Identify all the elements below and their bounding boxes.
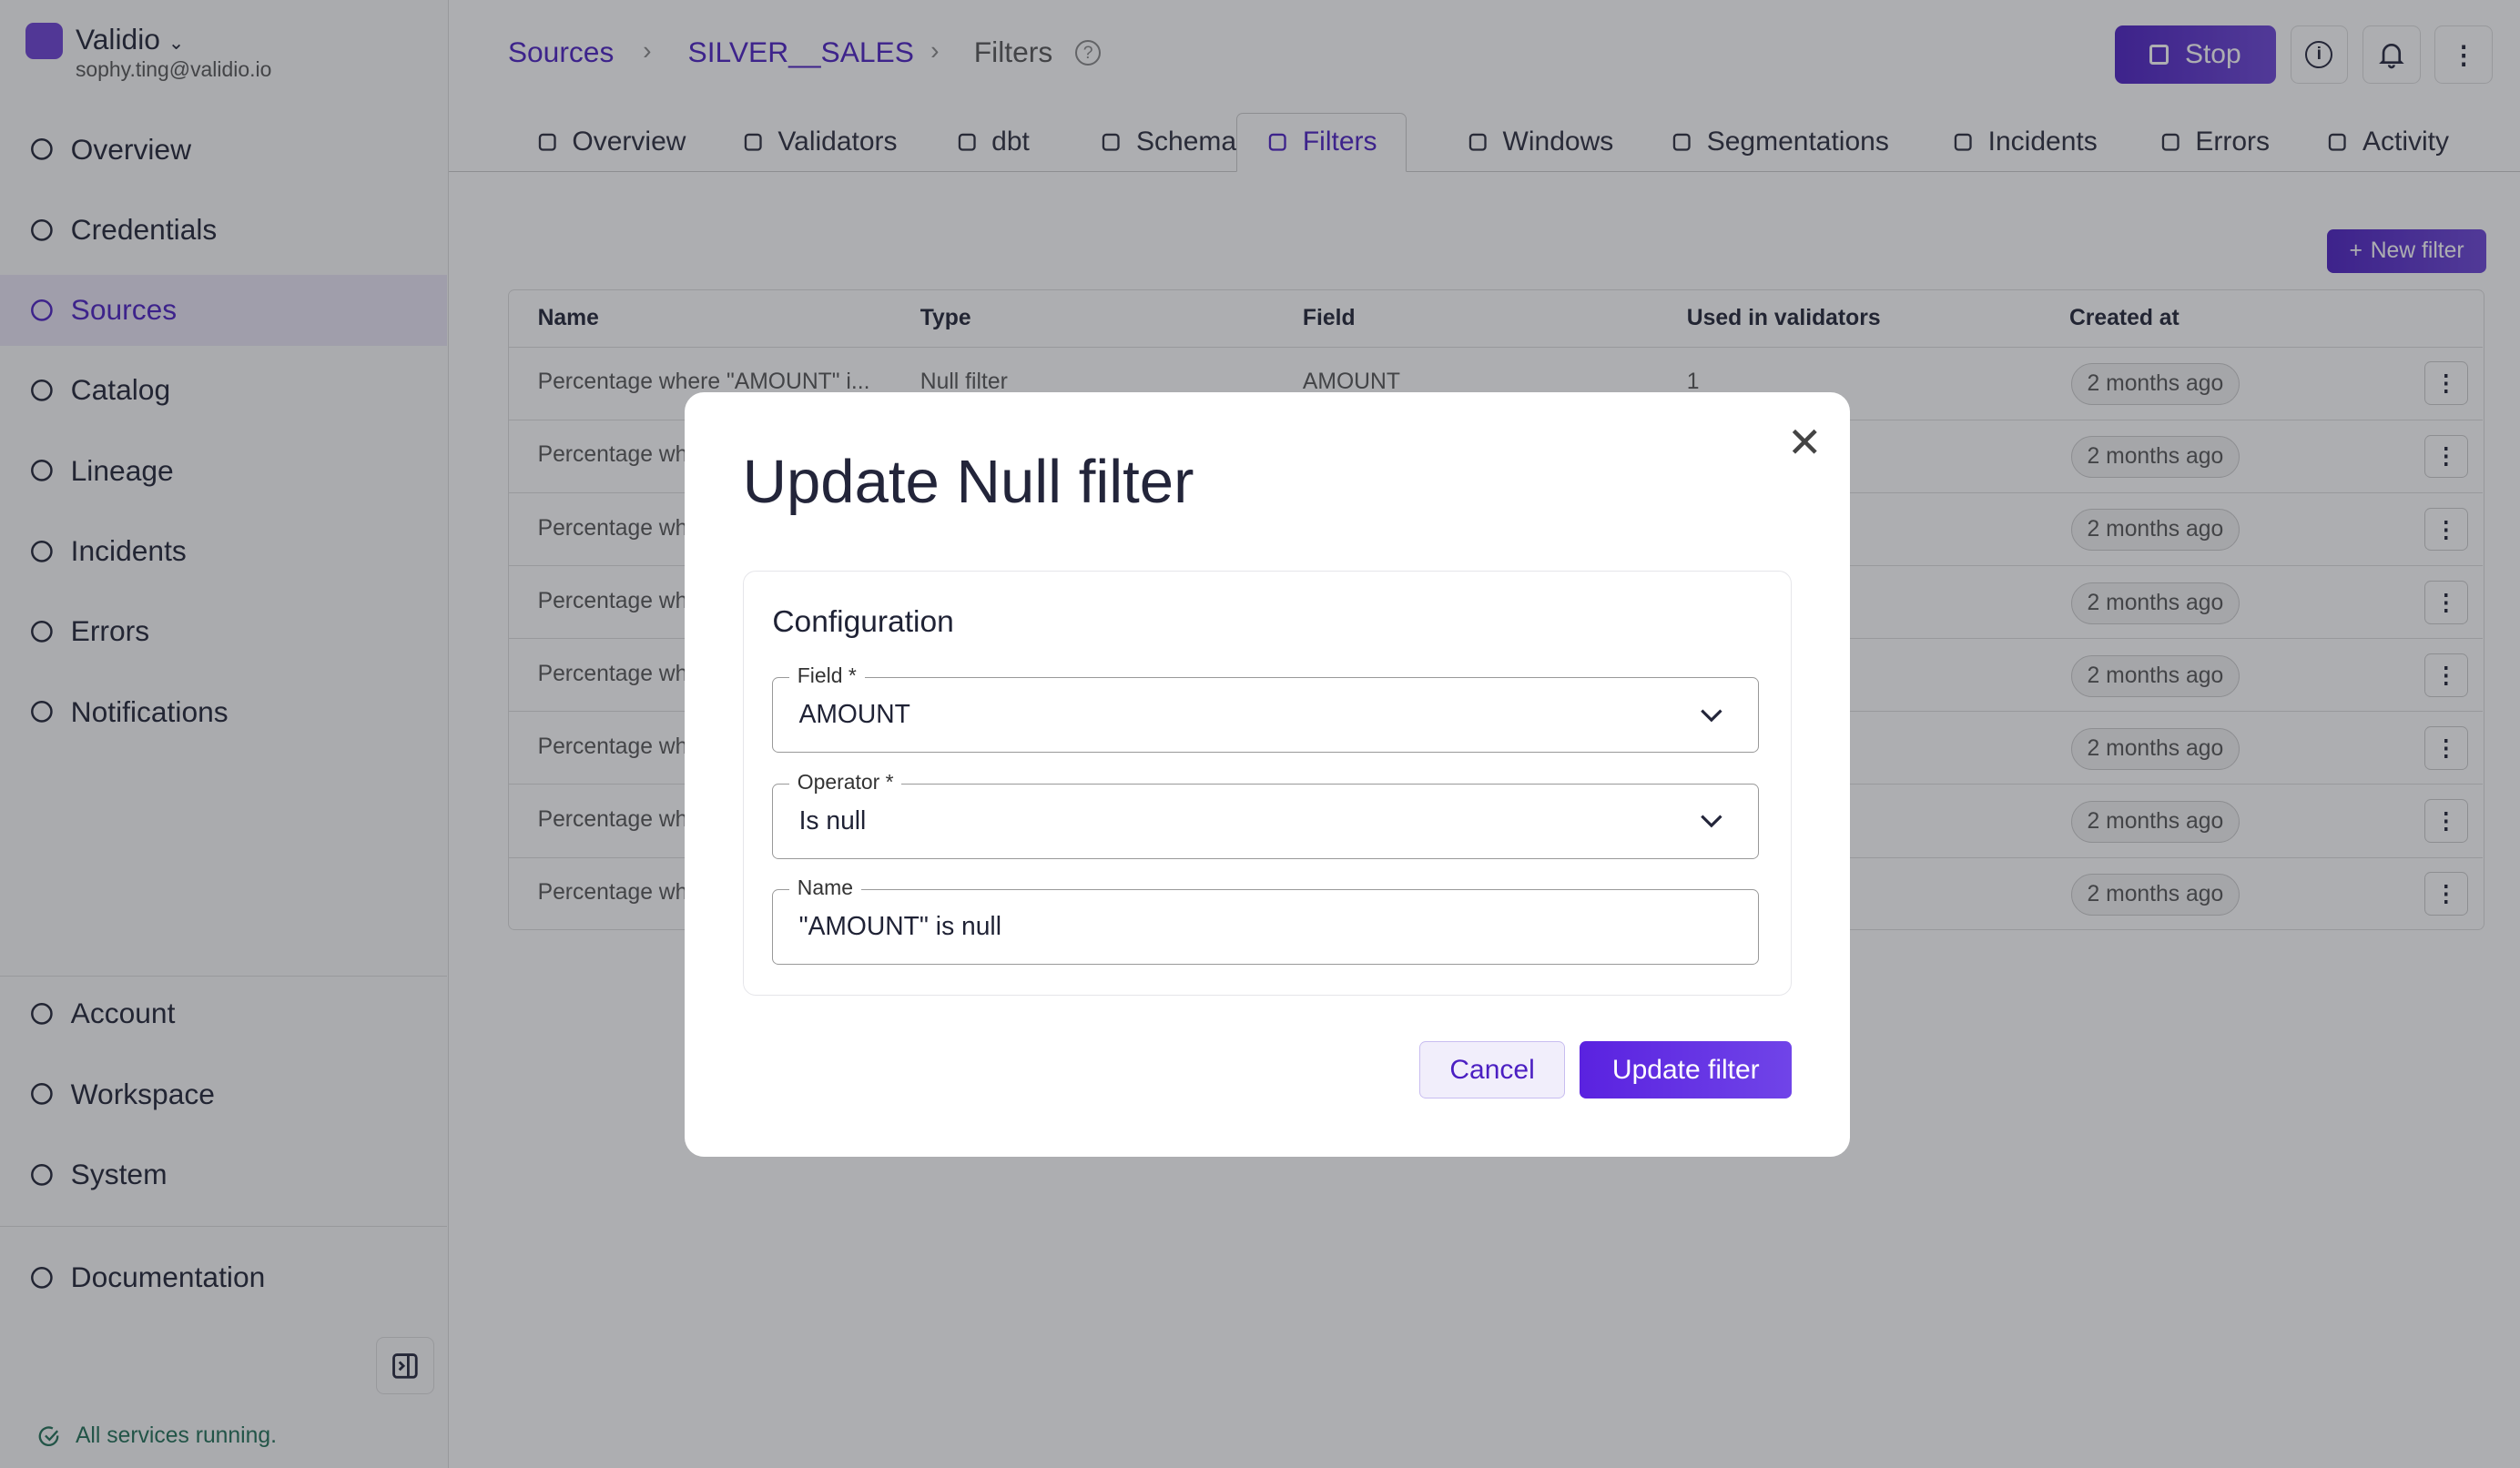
update-filter-button[interactable]: Update filter [1580,1040,1793,1099]
close-icon[interactable]: ✕ [1787,418,1822,467]
section-title: Configuration [772,604,954,639]
field-select[interactable]: Field * AMOUNT [772,663,1760,754]
operator-label: Operator * [788,769,902,795]
cancel-button[interactable]: Cancel [1418,1040,1566,1099]
name-value: "AMOUNT" is null [798,911,1001,941]
update-filter-dialog: Update Null filter ✕ Configuration Field… [685,391,1850,1158]
dialog-title: Update Null filter [742,447,1194,516]
name-label: Name [788,876,861,901]
chevron-down-icon [1701,815,1722,828]
name-input[interactable]: Name "AMOUNT" is null [772,876,1760,966]
field-label: Field * [788,663,865,689]
operator-select[interactable]: Operator * Is null [772,769,1760,859]
operator-value: Is null [798,805,867,835]
configuration-section: Configuration Field * AMOUNT Operator * … [742,570,1793,997]
field-value: AMOUNT [798,699,910,729]
chevron-down-icon [1701,709,1722,723]
app: Validio ⌄ sophy.ting@validio.io Overview… [0,0,2520,1468]
